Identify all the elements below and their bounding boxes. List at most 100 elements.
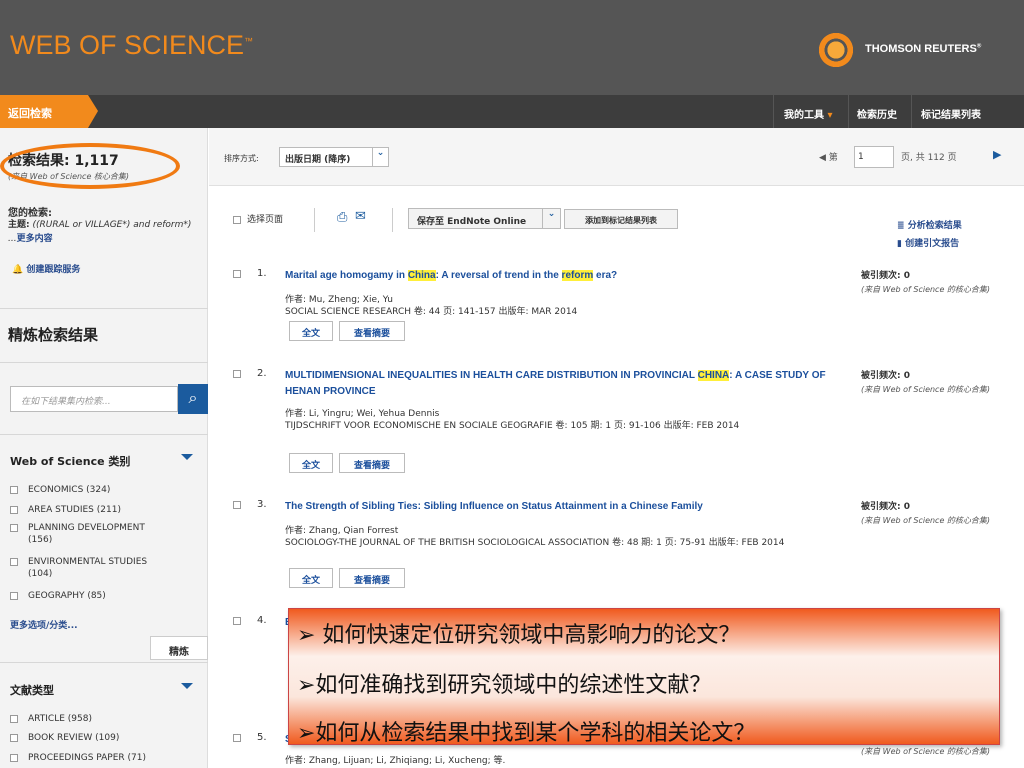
record-source: SOCIOLOGY-THE JOURNAL OF THE BRITISH SOC…	[285, 538, 785, 548]
record-title[interactable]: Marital age homogamy in China: A reversa…	[285, 268, 835, 284]
bell-icon: 🔔	[12, 265, 24, 275]
category-facet[interactable]: ENVIRONMENTAL STUDIES (104)	[10, 556, 180, 580]
title-highlight: reform	[561, 270, 594, 281]
view-abstract-button[interactable]: 查看摘要	[339, 568, 405, 588]
save-endnote-select[interactable]: 保存至 EndNote Online ⌄	[408, 208, 561, 229]
record-authors: 作者: Zhang, Lijuan; Li, Zhiqiang; Li, Xuc…	[285, 756, 506, 766]
record-source: SOCIAL SCIENCE RESEARCH 卷: 44 页: 141-157…	[285, 307, 578, 317]
title-part: era?	[593, 270, 618, 281]
title-part: Marital age homogamy in	[285, 270, 408, 281]
create-alert-link[interactable]: 🔔 创建跟踪服务	[12, 262, 80, 275]
wos-logo[interactable]: WEB OF SCIENCE™	[10, 30, 253, 61]
question-2: ➢如何准确找到研究领域中的综述性文献？	[297, 673, 712, 698]
logo-tm: ™	[244, 36, 254, 46]
checkbox[interactable]	[10, 505, 18, 514]
full-text-button[interactable]: 全文	[289, 453, 333, 473]
view-abstract-button[interactable]: 查看摘要	[339, 321, 405, 341]
divider	[0, 434, 208, 435]
doc-type-facet[interactable]: ARTICLE (958)	[10, 713, 92, 725]
checkbox[interactable]	[233, 215, 241, 224]
search-icon[interactable]: ⌕	[178, 384, 208, 414]
facet-label: BOOK REVIEW (109)	[28, 733, 120, 743]
checkbox[interactable]	[233, 617, 241, 625]
sort-label: 排序方式:	[224, 154, 259, 163]
facet-label: PROCEEDINGS PAPER (71)	[28, 753, 146, 763]
facet-label: PLANNING DEVELOPMENT (156)	[28, 523, 145, 545]
times-cited-source: (来自 Web of Science 的核心合集)	[861, 285, 991, 294]
title-part: : A reversal of trend in the	[435, 270, 562, 281]
search-within-input[interactable]: 在如下结果集内检索...	[10, 386, 178, 412]
record-number: 4.	[257, 615, 267, 626]
my-tools-menu[interactable]: 我的工具 ▾	[773, 95, 847, 128]
checkbox[interactable]	[10, 733, 18, 742]
analyze-results-link[interactable]: ≣ 分析检索结果	[897, 218, 962, 231]
page-label: 第	[828, 153, 838, 163]
checkbox[interactable]	[10, 591, 18, 600]
category-facet[interactable]: AREA STUDIES (211)	[10, 504, 121, 516]
query-more-link[interactable]: 更多内容	[17, 234, 53, 244]
search-history-link[interactable]: 检索历史	[848, 95, 910, 128]
prev-page-icon[interactable]: ◀	[819, 153, 826, 163]
record-title[interactable]: MULTIDIMENSIONAL INEQUALITIES IN HEALTH …	[285, 368, 835, 400]
checkbox[interactable]	[10, 523, 18, 532]
back-to-search-button[interactable]: 返回检索	[0, 95, 88, 128]
full-text-button[interactable]: 全文	[289, 568, 333, 588]
record-authors: 作者: Mu, Zheng; Xie, Yu	[285, 295, 393, 305]
record-title[interactable]: The Strength of Sibling Ties: Sibling In…	[285, 499, 835, 515]
add-to-marked-list-button[interactable]: 添加到标记结果列表	[564, 209, 678, 229]
view-abstract-button[interactable]: 查看摘要	[339, 453, 405, 473]
select-page[interactable]: 选择页面	[233, 212, 283, 225]
checkbox[interactable]	[10, 753, 18, 762]
divider	[392, 208, 393, 232]
citation-report-link[interactable]: ▮ 创建引文报告	[897, 236, 959, 249]
checkbox[interactable]	[233, 501, 241, 509]
record-number: 2.	[257, 368, 267, 379]
publisher-text: THOMSON REUTERS	[865, 43, 977, 55]
record-authors: 作者: Zhang, Qian Forrest	[285, 526, 399, 536]
question-overlay: ➢ 如何快速定位研究领域中高影响力的论文？ ➢如何准确找到研究领域中的综述性文献…	[288, 608, 1000, 746]
caret-down-icon[interactable]	[181, 454, 193, 460]
facet-label: GEOGRAPHY (85)	[28, 591, 106, 601]
page-number-input[interactable]: 1	[854, 146, 894, 168]
doc-types-title[interactable]: 文献类型	[10, 682, 54, 698]
page-total: 页, 共 112 页	[901, 153, 957, 163]
publisher-name: THOMSON REUTERS®	[865, 43, 981, 55]
category-facet[interactable]: PLANNING DEVELOPMENT (156)	[10, 522, 180, 546]
divider	[0, 308, 208, 309]
refine-title: 精炼检索结果	[8, 326, 99, 344]
more-options-link[interactable]: 更多选项/分类...	[10, 618, 78, 631]
sort-bar: 排序方式: 出版日期 (降序) ⌄ ◀ 第 1 页, 共 112 页 ▶	[209, 128, 1024, 186]
facet-label: ECONOMICS (324)	[28, 485, 111, 495]
checkbox[interactable]	[10, 485, 18, 494]
doc-type-facet[interactable]: BOOK REVIEW (109)	[10, 732, 119, 744]
checkbox[interactable]	[233, 734, 241, 742]
checkbox[interactable]	[10, 557, 18, 566]
next-page-icon[interactable]: ▶	[993, 148, 1001, 161]
results-toolbar: 选择页面 ⎙ ✉ 保存至 EndNote Online ⌄ 添加到标记结果列表 ≣…	[209, 188, 1024, 249]
divider	[314, 208, 315, 232]
pager: ◀ 第	[819, 150, 838, 163]
chevron-down-icon: ⌄	[372, 148, 388, 166]
times-cited-source: (来自 Web of Science 的核心合集)	[861, 385, 991, 394]
sort-select[interactable]: 出版日期 (降序) ⌄	[279, 147, 389, 167]
marked-list-link[interactable]: 标记结果列表	[911, 95, 1024, 128]
doc-type-facet[interactable]: PROCEEDINGS PAPER (71)	[10, 752, 146, 764]
email-icon[interactable]: ✉	[355, 209, 366, 224]
title-part: MULTIDIMENSIONAL INEQUALITIES IN HEALTH …	[285, 370, 698, 381]
refine-button[interactable]: 精炼	[150, 636, 208, 660]
checkbox[interactable]	[233, 370, 241, 378]
facet-label: ARTICLE (958)	[28, 714, 92, 724]
sidebar: 检索结果: 1,117 (来自 Web of Science 核心合集) 您的检…	[0, 128, 208, 768]
category-facet[interactable]: ECONOMICS (324)	[10, 484, 110, 496]
checkbox[interactable]	[10, 714, 18, 723]
query-label: 您的检索:	[8, 208, 52, 219]
times-cited-source: (来自 Web of Science 的核心合集)	[861, 516, 991, 525]
checkbox[interactable]	[233, 270, 241, 278]
times-cited-source: (来自 Web of Science 的核心合集)	[861, 747, 991, 756]
caret-down-icon[interactable]	[181, 683, 193, 689]
print-icon[interactable]: ⎙	[337, 210, 347, 225]
full-text-button[interactable]: 全文	[289, 321, 333, 341]
wos-categories-title[interactable]: Web of Science 类别	[10, 453, 130, 469]
record-number: 5.	[257, 732, 267, 743]
category-facet[interactable]: GEOGRAPHY (85)	[10, 590, 106, 602]
